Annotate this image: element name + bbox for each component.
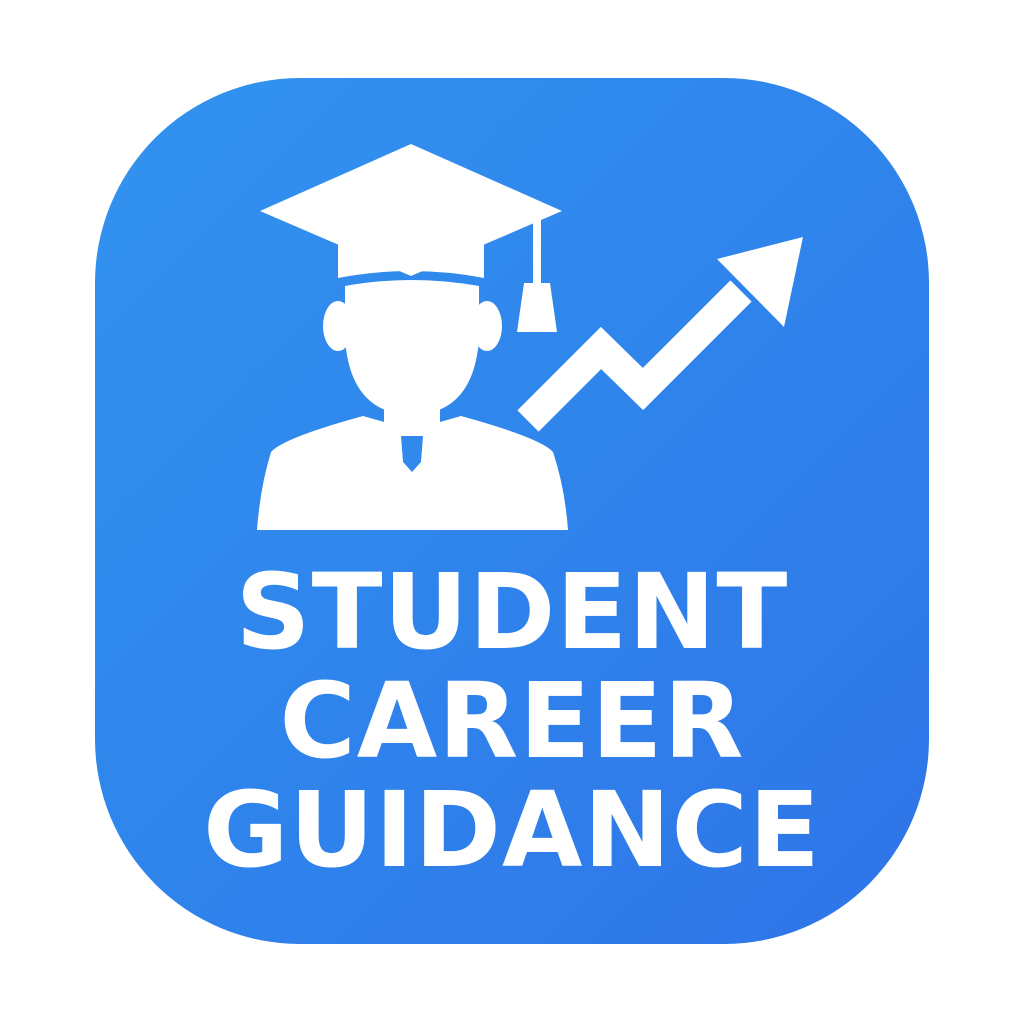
app-title: STUDENT CAREER GUIDANCE: [95, 558, 929, 885]
app-icon[interactable]: STUDENT CAREER GUIDANCE: [95, 78, 929, 944]
graduate-student-icon: [257, 144, 568, 530]
title-line-3: GUIDANCE: [203, 769, 821, 891]
title-line-2: CAREER: [279, 660, 745, 782]
trend-up-arrow-icon: [517, 280, 752, 432]
title-line-1: STUDENT: [235, 551, 789, 673]
